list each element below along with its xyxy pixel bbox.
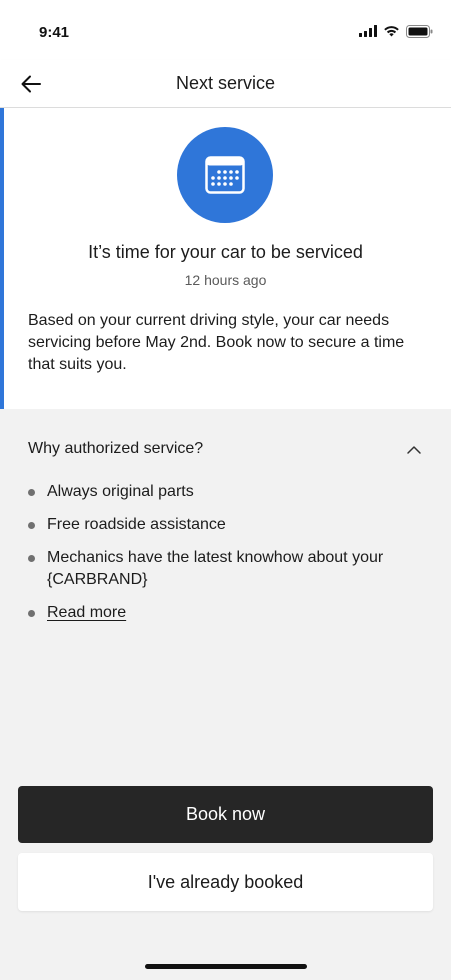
list-item: Always original parts: [28, 481, 408, 503]
list-item-text: Free roadside assistance: [47, 516, 226, 533]
list-item: Free roadside assistance: [28, 514, 408, 536]
signal-icon: [359, 25, 377, 37]
notification-body: Based on your current driving style, you…: [28, 312, 405, 373]
read-more-link[interactable]: Read more: [47, 604, 126, 621]
screen: 9:41 Next service It’s time for your car…: [0, 0, 451, 980]
list-item-text: Mechanics have the latest knowhow about …: [47, 549, 384, 588]
list-item: Read more: [28, 602, 408, 624]
already-booked-button[interactable]: I've already booked: [18, 853, 433, 911]
top-app-bar: Next service: [0, 60, 451, 108]
chevron-up-icon: [407, 446, 421, 454]
benefits-list: Always original parts Free roadside assi…: [28, 481, 408, 624]
page-title: Next service: [175, 73, 276, 93]
notification-title: It’s time for your car to be serviced: [88, 242, 363, 262]
list-item: Mechanics have the latest knowhow about …: [28, 547, 408, 591]
section-title: Why authorized service?: [28, 440, 204, 457]
calendar-icon: [205, 156, 245, 194]
notification-timestamp: 12 hours ago: [184, 272, 267, 288]
book-now-button[interactable]: Book now: [18, 786, 433, 843]
home-indicator: [145, 964, 307, 969]
bullet-icon: [28, 610, 35, 617]
status-bar: 9:41: [0, 0, 451, 60]
battery-icon: [406, 24, 433, 38]
wifi-icon: [384, 26, 399, 37]
service-notification-card: It’s time for your car to be serviced 12…: [0, 108, 451, 409]
bullet-icon: [28, 555, 35, 562]
list-item-text: Always original parts: [47, 483, 194, 500]
why-authorized-service-toggle[interactable]: Why authorized service?: [0, 437, 451, 463]
bullet-icon: [28, 522, 35, 529]
bullet-icon: [28, 489, 35, 496]
status-icons: [359, 24, 433, 38]
why-authorized-service-section: Why authorized service? Always original …: [0, 409, 451, 649]
status-time: 9:41: [39, 24, 70, 41]
calendar-icon-badge: [177, 127, 273, 223]
